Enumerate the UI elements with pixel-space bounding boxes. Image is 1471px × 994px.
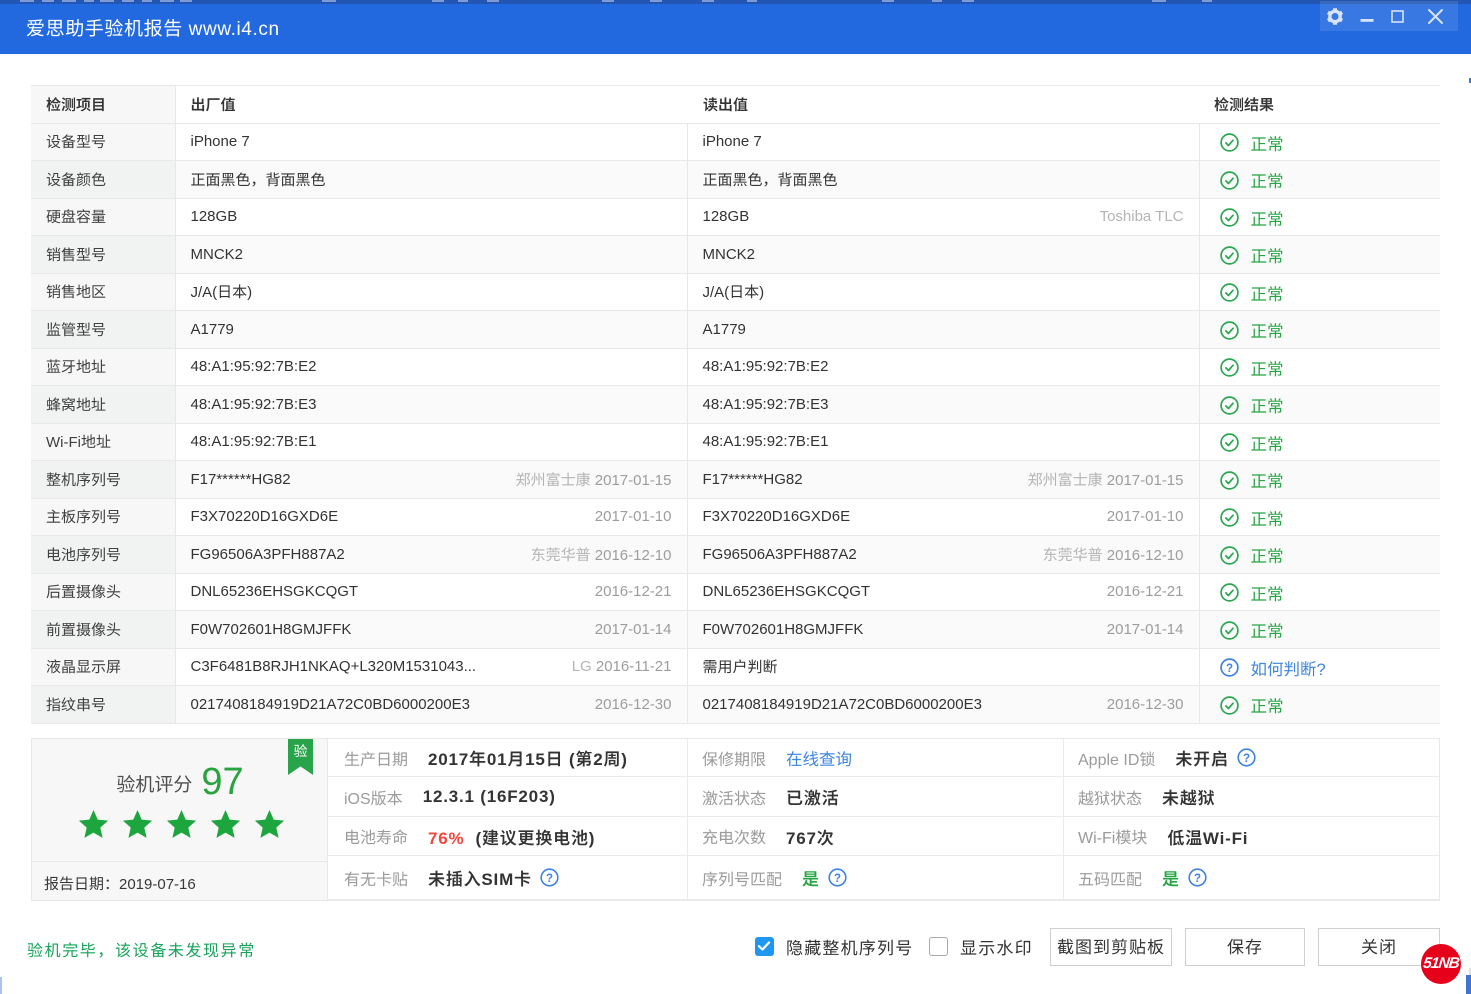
svg-text:?: ? xyxy=(1243,753,1250,765)
svg-text:?: ? xyxy=(1194,873,1201,885)
svg-text:?: ? xyxy=(1225,663,1232,675)
svg-text:?: ? xyxy=(546,873,553,885)
svg-text:?: ? xyxy=(834,873,841,885)
